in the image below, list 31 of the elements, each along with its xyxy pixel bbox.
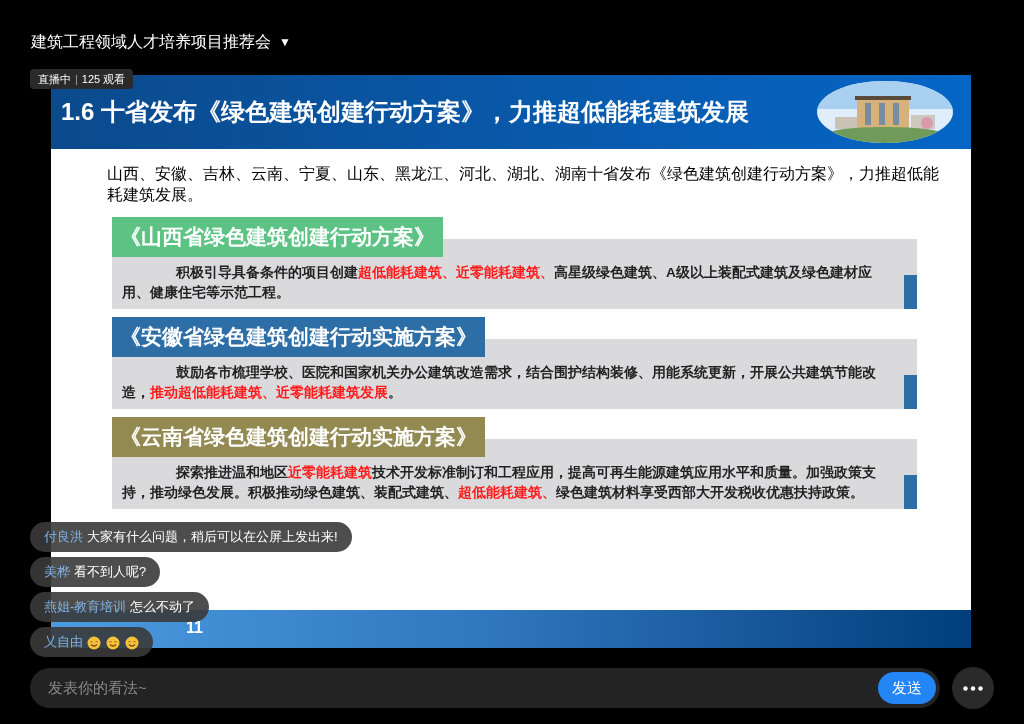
chat-username: 燕姐-教育培训 [44,599,127,614]
live-status: 直播中 [38,71,71,87]
smile-emoji-icon [87,635,101,650]
accent-bar [904,375,917,409]
separator: | [75,71,78,87]
more-button[interactable] [952,667,994,709]
viewer-count: 125 观看 [81,71,126,87]
section-label: 《云南省绿色建筑创建行动实施方案》 [112,417,485,457]
section-label: 《山西省绿色建筑创建行动方案》 [112,217,443,257]
intro-text: 山西、安徽、吉林、云南、宁夏、山东、黑龙江、河北、湖北、湖南十省发布《绿色建筑创建行动方案》，力推超低能耗建筑发展。 [107,164,940,205]
chat-username: 美桦 [44,564,70,579]
page-number: 11 [186,618,203,638]
accent-bar [904,275,917,309]
section-label: 《安徽省绿色建筑创建行动实施方案》 [112,317,485,357]
section-text: 鼓励各市梳理学校、医院和国家机关办公建筑改造需求，结合围护结构装修、用能系统更新，开展公共建筑节能改造，推动超低能耗建筑、近零能耗建筑发展。 [121,364,877,402]
chat-username: 付良洪 [44,529,83,544]
section-text: 探索推进温和地区近零能耗建筑技术开发标准制订和工程应用，提高可再生能源建筑应用水平和质量。加强政策支持，推动绿色发展。积极推动绿色建筑、装配式建筑、超低能耗建筑、绿色建筑材料享受西部大开发税收优惠扶持政策。 [121,464,877,502]
chat-text: 大家有什么问题，稍后可以在公屏上发出来! [87,529,338,544]
smile-emoji-icon [125,635,139,650]
more-icon [963,685,983,691]
accent-bar [904,475,917,509]
slide-heading: 1.6 十省发布《绿色建筑创建行动方案》，力推超低能耗建筑发展 [61,97,750,127]
chat-text: 看不到人呢? [74,564,147,579]
stream-title: 建筑工程领域人才培养项目推荐会 [31,32,271,52]
send-button[interactable]: 发送 [878,672,936,704]
dropdown-caret[interactable]: ▼ [279,31,291,53]
smile-emoji-icon [106,635,120,650]
chat-text: 怎么不动了 [130,599,196,614]
chat-username: 乂自由 [44,634,83,649]
section-text: 积极引导具备条件的项目创建超低能耗建筑、近零能耗建筑、高星级绿色建筑、A级以上装配式建筑及绿色建材应用、健康住宅等示范工程。 [121,264,873,302]
comment-field[interactable]: 发表你的看法~ 发送 [30,668,940,708]
